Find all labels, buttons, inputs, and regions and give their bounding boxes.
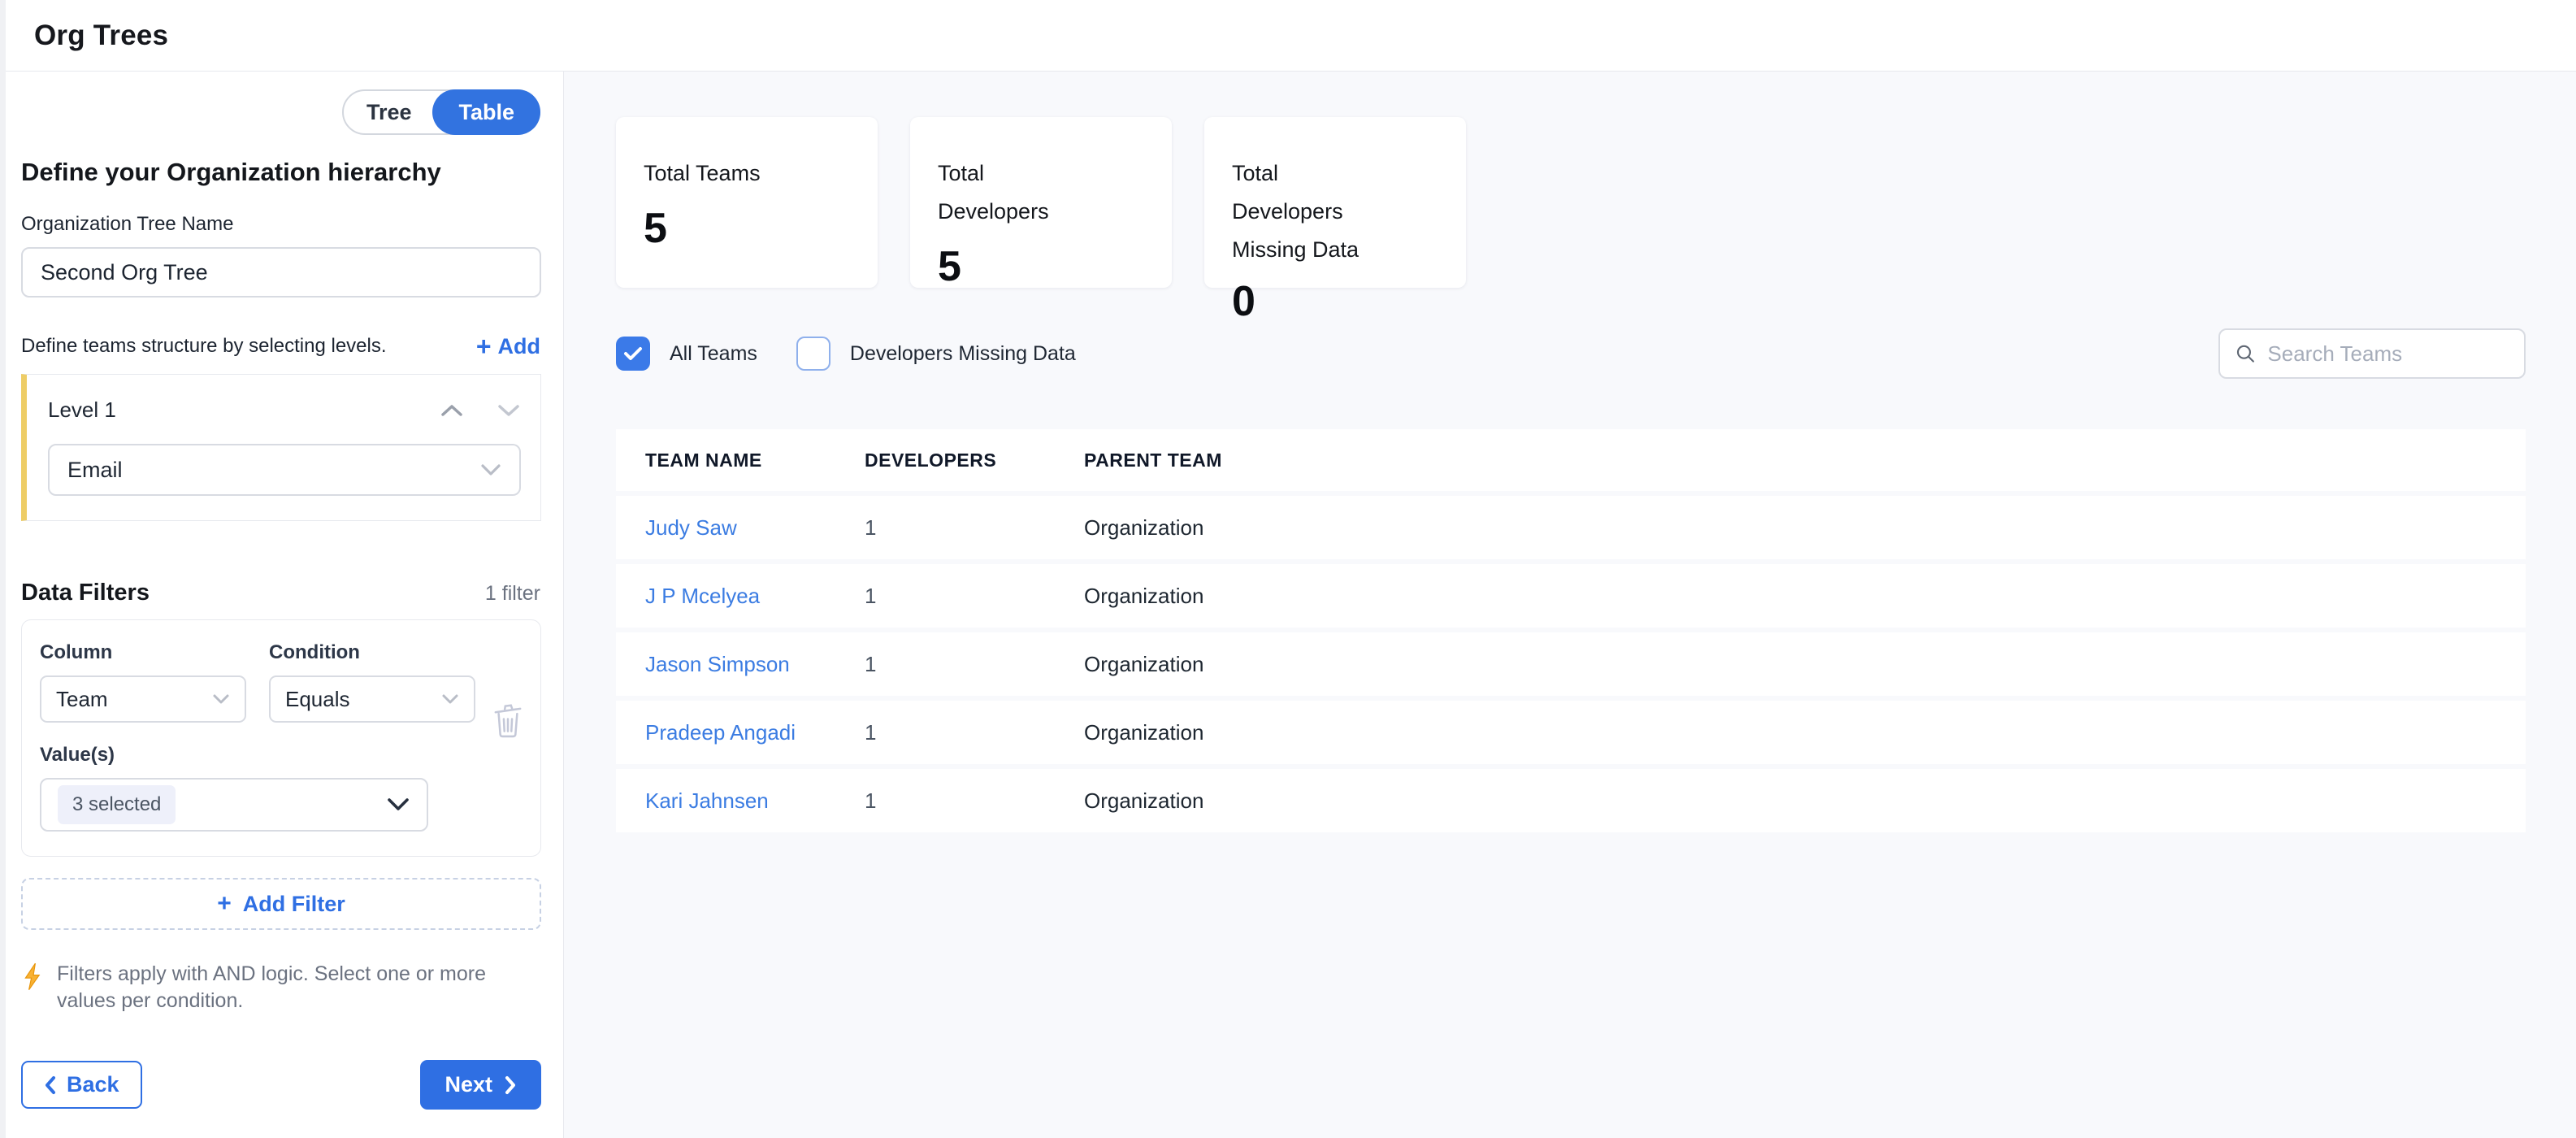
chevron-right-icon (504, 1075, 517, 1095)
move-level-up-button[interactable] (440, 398, 464, 423)
stat-label: Total Teams (644, 154, 806, 193)
chevron-down-icon (386, 797, 410, 812)
plus-icon: + (217, 890, 232, 918)
add-level-button[interactable]: + Add (476, 333, 540, 359)
plus-icon: + (476, 333, 492, 359)
chevron-down-icon (212, 693, 230, 705)
filter-values-label: Value(s) (40, 744, 523, 767)
filter-column-label: Column (40, 641, 246, 664)
stat-value: 5 (644, 204, 850, 253)
tree-name-label: Organization Tree Name (21, 213, 540, 236)
chevron-down-icon (497, 403, 520, 418)
toggle-tree-option[interactable]: Tree (344, 91, 435, 133)
filter-count-badge: 1 filter (485, 582, 540, 606)
sidebar-heading: Define your Organization hierarchy (21, 158, 540, 187)
data-filters-title: Data Filters (21, 580, 150, 606)
trash-icon (490, 701, 526, 741)
main-content: Total Teams 5 Total Developers 5 Total D… (564, 72, 2576, 1138)
check-icon (623, 345, 643, 362)
stat-card-developers-missing-data: Total Developers Missing Data 0 (1204, 117, 1466, 288)
chevron-down-icon (480, 463, 501, 476)
team-name-link[interactable]: Pradeep Angadi (645, 720, 865, 745)
parent-team-cell: Organization (1084, 720, 2526, 745)
filters-note: Filters apply with AND logic. Select one… (21, 961, 509, 1014)
table-row: Judy Saw 1 Organization (616, 496, 2526, 559)
column-header-team-name: TEAM NAME (645, 450, 865, 471)
column-header-parent-team: PARENT TEAM (1084, 450, 2526, 471)
filter-column-select[interactable]: Team (40, 675, 246, 723)
stat-card-total-teams: Total Teams 5 (616, 117, 878, 288)
stat-label: Total Developers Missing Data (1232, 154, 1394, 269)
lightning-bolt-icon (21, 962, 46, 992)
delete-filter-button[interactable] (490, 701, 526, 741)
table-header-row: TEAM NAME DEVELOPERS PARENT TEAM (616, 429, 2526, 491)
table-row: Pradeep Angadi 1 Organization (616, 701, 2526, 764)
search-teams-input[interactable] (2267, 341, 2509, 367)
search-icon (2235, 341, 2256, 366)
stat-label: Total Developers (938, 154, 1100, 231)
all-teams-label: All Teams (670, 342, 757, 366)
selected-count-chip: 3 selected (58, 785, 176, 824)
page-title: Org Trees (34, 20, 168, 52)
developers-missing-data-checkbox[interactable]: Developers Missing Data (796, 337, 1076, 371)
level-field-select[interactable]: Email (48, 444, 521, 496)
filter-card: Column Team Condition Equals (21, 619, 541, 857)
developers-cell: 1 (865, 652, 1084, 677)
parent-team-cell: Organization (1084, 515, 2526, 541)
all-teams-checkbox[interactable]: All Teams (616, 337, 757, 371)
table-row: J P Mcelyea 1 Organization (616, 564, 2526, 628)
column-header-developers: DEVELOPERS (865, 450, 1084, 471)
parent-team-cell: Organization (1084, 788, 2526, 814)
toggle-table-option[interactable]: Table (432, 89, 540, 135)
table-row: Jason Simpson 1 Organization (616, 632, 2526, 696)
view-toggle[interactable]: Tree Table (342, 89, 540, 135)
filter-condition-label: Condition (269, 641, 475, 664)
next-button[interactable]: Next (420, 1060, 541, 1110)
top-bar: Org Trees (0, 0, 2576, 72)
parent-team-cell: Organization (1084, 584, 2526, 609)
team-name-link[interactable]: Jason Simpson (645, 652, 865, 677)
stat-value: 5 (938, 242, 1144, 291)
developers-missing-data-label: Developers Missing Data (850, 342, 1076, 366)
config-sidebar: Tree Table Define your Organization hier… (0, 72, 564, 1138)
team-name-link[interactable]: Judy Saw (645, 515, 865, 541)
table-row: Kari Jahnsen 1 Organization (616, 769, 2526, 832)
filter-condition-select[interactable]: Equals (269, 675, 475, 723)
team-name-link[interactable]: J P Mcelyea (645, 584, 865, 609)
developers-cell: 1 (865, 720, 1084, 745)
stat-value: 0 (1232, 277, 1438, 326)
chevron-down-icon (441, 693, 459, 705)
chevron-left-icon (44, 1075, 57, 1095)
teams-table: TEAM NAME DEVELOPERS PARENT TEAM Judy Sa… (616, 429, 2526, 832)
developers-cell: 1 (865, 584, 1084, 609)
level-title: Level 1 (48, 397, 116, 423)
move-level-down-button[interactable] (497, 398, 521, 423)
levels-instruction: Define teams structure by selecting leve… (21, 335, 387, 358)
developers-cell: 1 (865, 515, 1084, 541)
filter-values-select[interactable]: 3 selected (40, 778, 428, 832)
checkbox-checked-icon[interactable] (616, 337, 650, 371)
level-card: Level 1 Email (21, 374, 541, 521)
tree-name-input[interactable] (21, 247, 541, 298)
back-button[interactable]: Back (21, 1061, 142, 1109)
search-teams-box[interactable] (2218, 328, 2526, 379)
team-name-link[interactable]: Kari Jahnsen (645, 788, 865, 814)
stat-card-total-developers: Total Developers 5 (910, 117, 1172, 288)
checkbox-unchecked-icon[interactable] (796, 337, 830, 371)
developers-cell: 1 (865, 788, 1084, 814)
chevron-up-icon (440, 403, 463, 418)
parent-team-cell: Organization (1084, 652, 2526, 677)
filters-note-text: Filters apply with AND logic. Select one… (57, 961, 509, 1014)
add-filter-button[interactable]: + Add Filter (21, 878, 541, 930)
